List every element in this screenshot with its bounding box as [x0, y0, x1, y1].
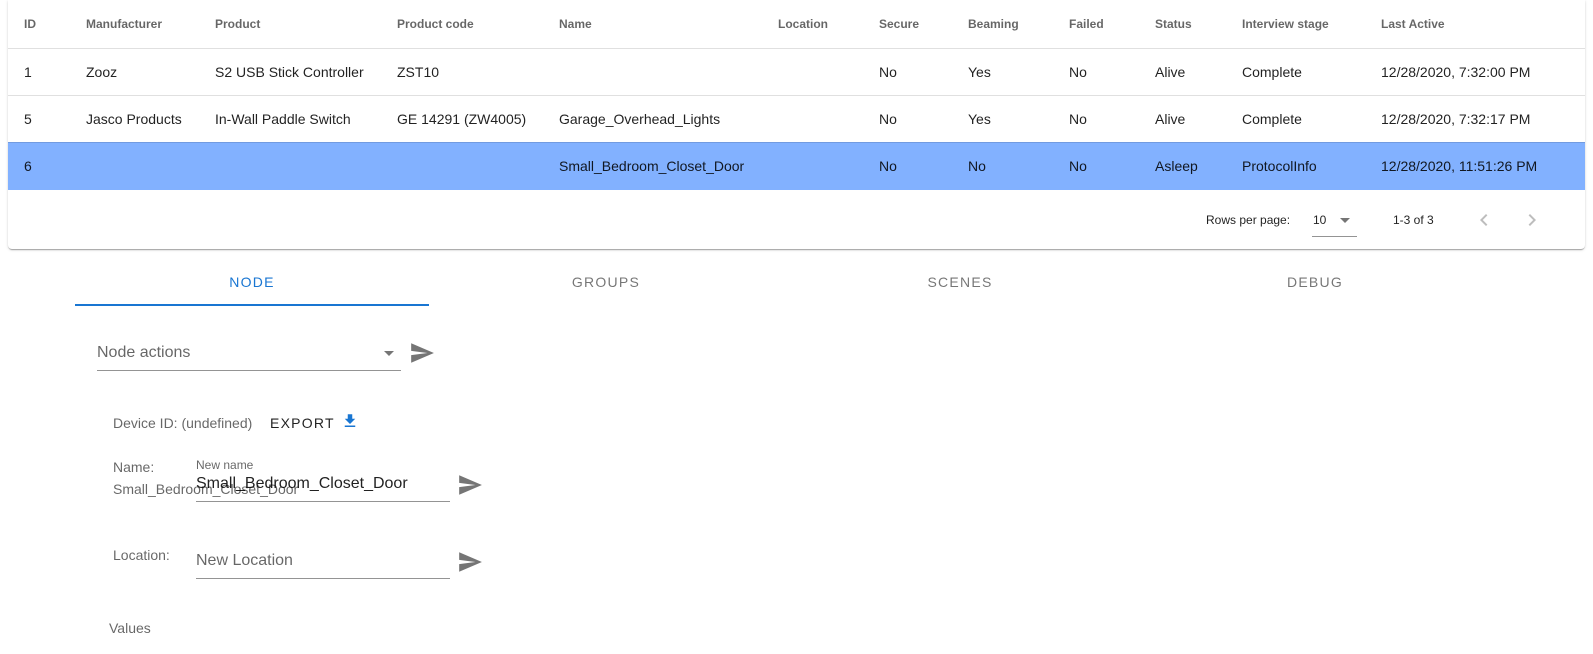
cell-name [543, 48, 762, 96]
table-header-row: ID Manufacturer Product Product code Nam… [8, 0, 1585, 49]
col-header-id[interactable]: ID [8, 0, 70, 49]
cell-interview-stage: Complete [1226, 48, 1365, 96]
cell-product [199, 142, 381, 190]
col-header-interview-stage[interactable]: Interview stage [1226, 0, 1365, 49]
chevron-left-icon[interactable] [1472, 208, 1496, 232]
node-actions-select[interactable]: Node actions [97, 334, 401, 371]
cell-status: Alive [1139, 48, 1226, 96]
new-name-label: New name [196, 458, 254, 472]
col-header-beaming[interactable]: Beaming [952, 0, 1053, 49]
export-label: EXPORT [270, 415, 335, 431]
col-header-name[interactable]: Name [543, 0, 762, 49]
cell-manufacturer [70, 142, 199, 190]
cell-last-active: 12/28/2020, 7:32:17 PM [1365, 95, 1585, 143]
cell-product: S2 USB Stick Controller [199, 48, 381, 96]
caret-down-icon [384, 351, 394, 356]
col-header-manufacturer[interactable]: Manufacturer [70, 0, 199, 49]
cell-id: 5 [8, 95, 70, 143]
col-header-product-code[interactable]: Product code [381, 0, 543, 49]
cell-secure: No [863, 95, 952, 143]
col-header-location[interactable]: Location [762, 0, 863, 49]
cell-product-code: ZST10 [381, 48, 543, 96]
cell-product-code [381, 142, 543, 190]
col-header-status[interactable]: Status [1139, 0, 1226, 49]
cell-beaming: Yes [952, 48, 1053, 96]
chevron-right-icon[interactable] [1520, 208, 1544, 232]
new-name-input[interactable] [196, 475, 450, 493]
tab-node[interactable]: NODE [75, 259, 429, 305]
cell-id: 6 [8, 142, 70, 190]
table-row[interactable]: 5 Jasco Products In-Wall Paddle Switch G… [8, 95, 1585, 143]
rows-per-page-value: 10 [1313, 213, 1327, 227]
send-icon[interactable] [457, 472, 483, 498]
export-button[interactable]: EXPORT [262, 406, 364, 438]
cell-secure: No [863, 48, 952, 96]
cell-location [762, 142, 863, 190]
send-icon[interactable] [409, 340, 435, 366]
cell-product: In-Wall Paddle Switch [199, 95, 381, 143]
cell-failed: No [1053, 48, 1139, 96]
new-location-field [196, 548, 450, 579]
col-header-secure[interactable]: Secure [863, 0, 952, 49]
device-id-text: Device ID: (undefined) [113, 415, 253, 431]
cell-manufacturer: Zooz [70, 48, 199, 96]
cell-id: 1 [8, 48, 70, 96]
rows-per-page-label: Rows per page: [1206, 213, 1291, 227]
tab-debug[interactable]: DEBUG [1138, 259, 1492, 305]
new-location-input[interactable] [196, 552, 450, 570]
tab-groups[interactable]: GROUPS [429, 259, 783, 305]
cell-status: Alive [1139, 95, 1226, 143]
caret-down-icon [1340, 218, 1350, 223]
cell-failed: No [1053, 142, 1139, 190]
cell-interview-stage: Complete [1226, 95, 1365, 143]
cell-beaming: Yes [952, 95, 1053, 143]
name-label: Name: [113, 459, 155, 475]
tab-scenes[interactable]: SCENES [783, 259, 1137, 305]
cell-interview-stage: ProtocolInfo [1226, 142, 1365, 190]
cell-manufacturer: Jasco Products [70, 95, 199, 143]
cell-last-active: 12/28/2020, 11:51:26 PM [1365, 142, 1585, 190]
cell-location [762, 95, 863, 143]
cell-product-code: GE 14291 (ZW4005) [381, 95, 543, 143]
col-header-last-active[interactable]: Last Active [1365, 0, 1585, 49]
table-row-selected[interactable]: 6 Small_Bedroom_Closet_Door No No No Asl… [8, 142, 1585, 190]
cell-name: Garage_Overhead_Lights [543, 95, 762, 143]
table-row[interactable]: 1 Zooz S2 USB Stick Controller ZST10 No … [8, 48, 1585, 96]
rows-per-page-select[interactable]: 10 [1312, 206, 1357, 237]
cell-beaming: No [952, 142, 1053, 190]
new-name-field [196, 471, 450, 502]
send-icon[interactable] [457, 549, 483, 575]
col-header-product[interactable]: Product [199, 0, 381, 49]
download-icon [341, 412, 359, 430]
table-pagination: Rows per page: 10 1-3 of 3 [8, 192, 1585, 249]
cell-failed: No [1053, 95, 1139, 143]
col-header-failed[interactable]: Failed [1053, 0, 1139, 49]
active-tab-indicator [75, 304, 429, 306]
cell-status: Asleep [1139, 142, 1226, 190]
node-actions-label: Node actions [97, 344, 191, 361]
nodes-table-card: ID Manufacturer Product Product code Nam… [8, 0, 1585, 249]
cell-location [762, 48, 863, 96]
values-label: Values [109, 620, 151, 636]
location-label: Location: [113, 547, 170, 563]
node-tabs: NODE GROUPS SCENES DEBUG [75, 259, 1492, 307]
nodes-table: ID Manufacturer Product Product code Nam… [8, 0, 1585, 190]
cell-secure: No [863, 142, 952, 190]
page-info: 1-3 of 3 [1393, 213, 1434, 227]
cell-last-active: 12/28/2020, 7:32:00 PM [1365, 48, 1585, 96]
cell-name: Small_Bedroom_Closet_Door [543, 142, 762, 190]
